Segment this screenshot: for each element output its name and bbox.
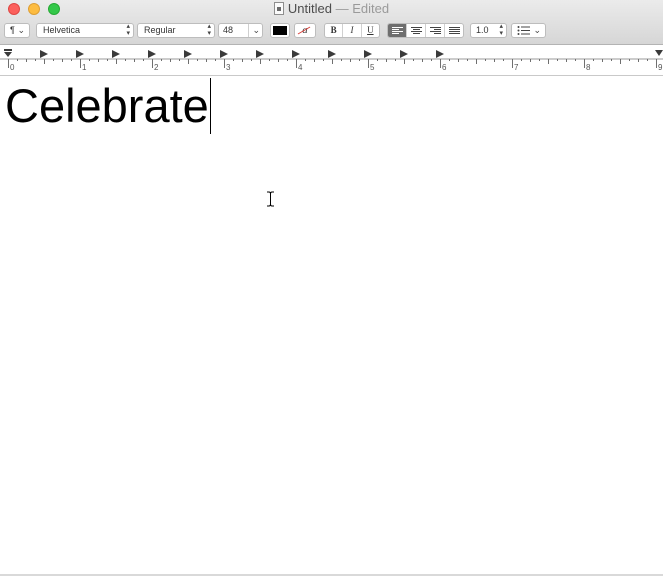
tab-stop-icon xyxy=(364,50,372,58)
right-indent-icon xyxy=(655,50,663,56)
ruler[interactable]: 0 1 2 3 4 5 6 7 8 9 xyxy=(0,45,663,76)
align-left-icon xyxy=(392,27,403,35)
align-center-button[interactable] xyxy=(407,24,426,37)
up-down-arrows-icon: ▴ ▾ xyxy=(499,23,503,37)
chevron-down-icon[interactable]: ⌄ xyxy=(248,24,260,37)
tab-stop-icon xyxy=(328,50,336,58)
font-style-buttons: B I U xyxy=(324,23,380,38)
left-indent-icon xyxy=(4,52,12,57)
textedit-window: Untitled — Edited ¶ ⌄ Helvetica ▴ ▾ Regul… xyxy=(0,0,663,576)
font-size-value[interactable]: 48 xyxy=(223,25,233,35)
highlight-a-icon: a xyxy=(295,24,315,37)
title-text: Untitled xyxy=(287,1,332,16)
ruler-label: 0 xyxy=(10,63,15,72)
document-icon xyxy=(273,2,284,15)
text-color-well[interactable] xyxy=(270,23,290,38)
underline-button[interactable]: U xyxy=(362,24,379,37)
edited-status: Edited xyxy=(352,1,390,16)
tab-stop-icon xyxy=(256,50,264,58)
up-down-arrows-icon: ▴ ▾ xyxy=(126,23,130,37)
ruler-scale[interactable]: 0 1 2 3 4 5 6 7 8 9 xyxy=(0,45,663,75)
align-right-icon xyxy=(430,27,441,35)
ruler-label: 8 xyxy=(586,63,591,72)
chevron-down-icon: ⌄ xyxy=(17,25,25,35)
tab-stop-icon xyxy=(436,50,444,58)
document-text[interactable]: Celebrate xyxy=(5,78,211,134)
align-left-button[interactable] xyxy=(388,24,407,37)
align-right-button[interactable] xyxy=(426,24,445,37)
justify-icon xyxy=(449,27,460,35)
tab-stop-icon xyxy=(40,50,48,58)
font-family-value: Helvetica xyxy=(43,25,81,35)
chevron-down-icon: ⌄ xyxy=(533,25,541,35)
line-spacing-value: 1.0 xyxy=(476,25,489,35)
font-size-combo[interactable]: 48 ⌄ xyxy=(218,23,263,38)
ruler-label: 9 xyxy=(658,63,663,72)
document-area[interactable]: Celebrate xyxy=(0,76,663,576)
italic-button[interactable]: I xyxy=(343,24,362,37)
line-spacing-popup[interactable]: 1.0 ▴ ▾ xyxy=(470,23,507,38)
paragraph-style-popup[interactable]: ¶ ⌄ xyxy=(4,23,30,38)
tab-stop-icon xyxy=(112,50,120,58)
tab-stop-icon xyxy=(184,50,192,58)
first-line-indent-icon xyxy=(4,49,12,51)
highlight-color-well[interactable]: a xyxy=(294,23,316,38)
ruler-label: 1 xyxy=(82,63,87,72)
window-title: Untitled — Edited xyxy=(0,0,663,18)
bullet-list-icon xyxy=(517,26,530,35)
up-down-arrows-icon: ▴ ▾ xyxy=(207,23,211,37)
alignment-buttons xyxy=(387,23,464,38)
typeface-value: Regular xyxy=(144,25,176,35)
color-swatch-icon xyxy=(273,26,287,35)
title-and-toolbar: Untitled — Edited ¶ ⌄ Helvetica ▴ ▾ Regul… xyxy=(0,0,663,45)
tab-stop-icon xyxy=(76,50,84,58)
tab-stop-icon xyxy=(292,50,300,58)
document-text-content[interactable]: Celebrate xyxy=(5,79,209,132)
list-style-popup[interactable]: ⌄ xyxy=(511,23,546,38)
ruler-label: 2 xyxy=(154,63,159,72)
justify-button[interactable] xyxy=(445,24,463,37)
ruler-label: 3 xyxy=(226,63,231,72)
bold-button[interactable]: B xyxy=(325,24,344,37)
align-center-icon xyxy=(411,27,422,35)
font-family-popup[interactable]: Helvetica ▴ ▾ xyxy=(36,23,134,38)
ibeam-cursor-icon xyxy=(267,191,274,207)
tab-stop-icon xyxy=(148,50,156,58)
title-separator: — xyxy=(335,1,349,16)
paragraph-style-label: ¶ xyxy=(10,25,15,35)
ruler-label: 6 xyxy=(442,63,447,72)
ruler-label: 7 xyxy=(514,63,519,72)
text-caret xyxy=(209,78,211,134)
tab-stop-icon xyxy=(220,50,228,58)
ruler-label: 5 xyxy=(370,63,375,72)
ruler-label: 4 xyxy=(298,63,303,72)
typeface-popup[interactable]: Regular ▴ ▾ xyxy=(137,23,215,38)
tab-stop-icon xyxy=(400,50,408,58)
